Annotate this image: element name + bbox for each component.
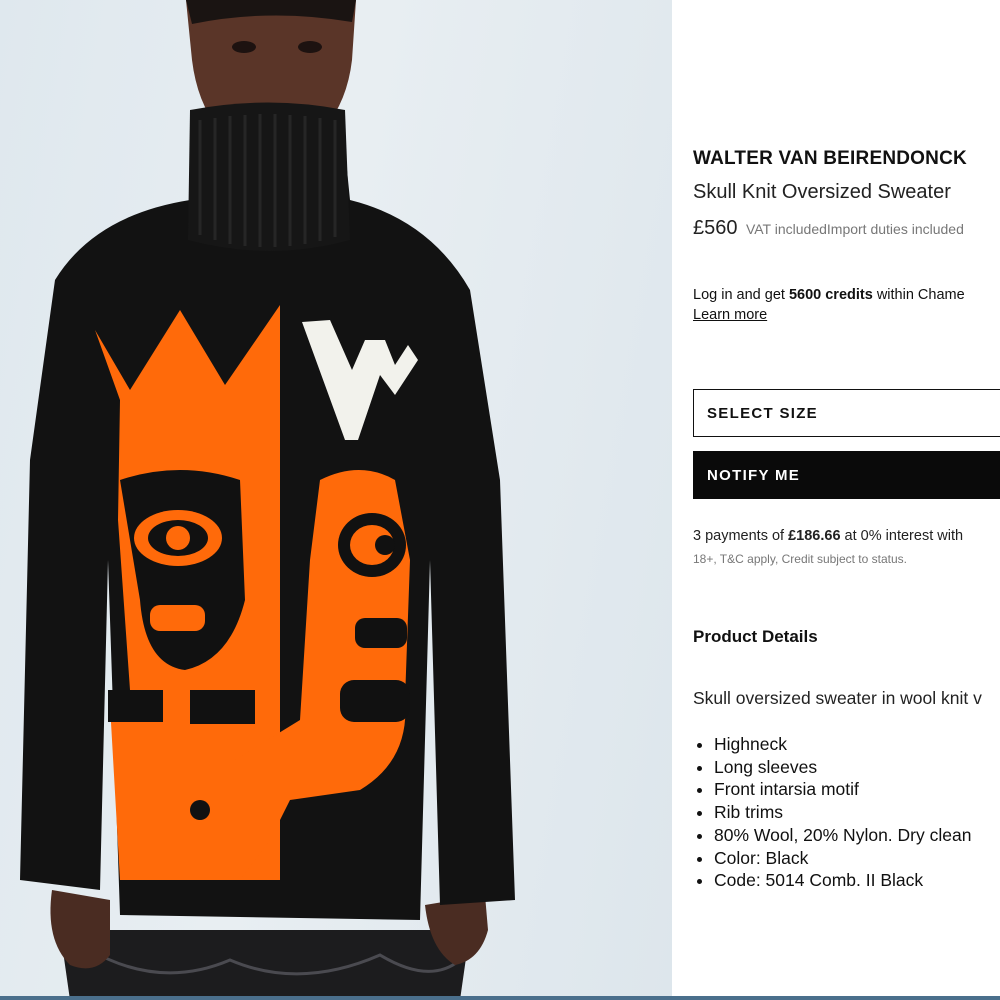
feature-item: Code: 5014 Comb. II Black	[714, 869, 971, 892]
bottom-divider	[0, 996, 1000, 1000]
price: £560	[693, 217, 738, 239]
product-details-heading[interactable]: Product Details	[693, 627, 818, 647]
product-image[interactable]	[0, 0, 672, 1000]
payments-prefix: 3 payments of	[693, 528, 789, 544]
learn-more-link[interactable]: Learn more	[693, 307, 767, 323]
credits-amount: 5600 credits	[788, 287, 873, 303]
price-row: £560 VAT includedImport duties included	[693, 217, 964, 240]
product-description: Skull oversized sweater in wool knit v	[693, 688, 982, 708]
payments-amount: £186.66	[788, 528, 841, 544]
select-size-button[interactable]: SELECT SIZE	[693, 389, 1000, 437]
feature-item: Long sleeves	[714, 756, 971, 779]
payment-plan-info: 3 payments of £186.66 at 0% interest wit…	[693, 528, 963, 544]
credit-small-print: 18+, T&C apply, Credit subject to status…	[693, 552, 907, 566]
credits-suffix: within Chame	[872, 287, 965, 303]
product-title: Skull Knit Oversized Sweater	[693, 181, 951, 203]
feature-item: Rib trims	[714, 801, 971, 824]
left-hand	[50, 890, 110, 969]
feature-item: Color: Black	[714, 847, 971, 870]
product-photo-illustration	[20, 0, 515, 1000]
turtleneck	[188, 102, 350, 251]
product-info-panel: WALTER VAN BEIRENDONCK Skull Knit Oversi…	[693, 0, 1000, 1000]
notify-me-button[interactable]: NOTIFY ME	[693, 451, 1000, 499]
feature-list: Highneck Long sleeves Front intarsia mot…	[693, 733, 971, 892]
credits-prefix: Log in and get	[693, 287, 789, 303]
feature-item: 80% Wool, 20% Nylon. Dry clean	[714, 824, 971, 847]
payments-suffix: at 0% interest with	[840, 528, 964, 544]
vat-note: VAT includedImport duties included	[745, 221, 964, 237]
brand-name[interactable]: WALTER VAN BEIRENDONCK	[693, 148, 967, 170]
feature-item: Highneck	[714, 733, 971, 756]
feature-item: Front intarsia motif	[714, 778, 971, 801]
credits-promo: Log in and get 5600 credits within Chame	[693, 287, 965, 303]
